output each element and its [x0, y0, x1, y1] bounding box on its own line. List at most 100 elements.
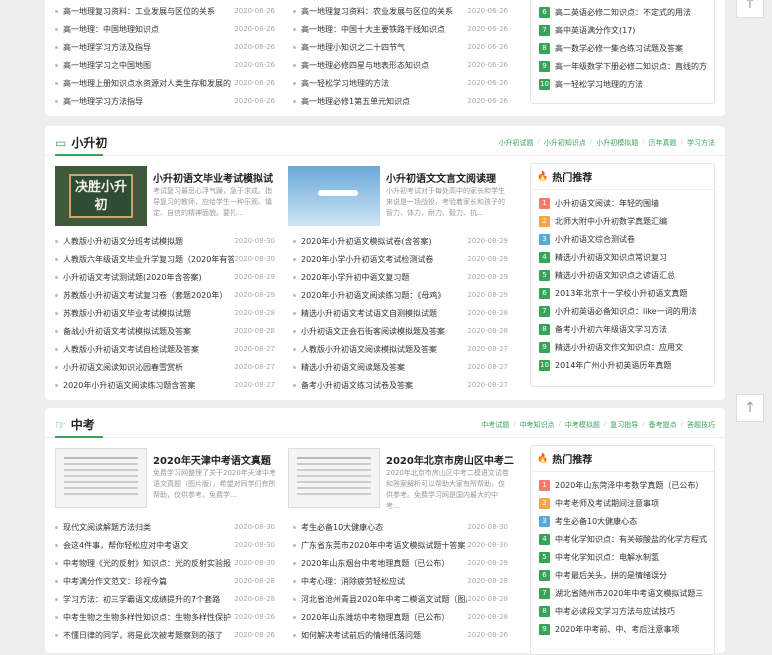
list-item[interactable]: 2020年小升初语文模拟试卷(含答案) 2020-08-29 [293, 232, 508, 250]
list-item-title[interactable]: 2020年小学小升初语文考试检测试卷 [293, 254, 433, 265]
list-item[interactable]: 河北省沧州青县2020年中考二模语文试题（图片 2020-08-28 [293, 590, 508, 608]
hot-item-title[interactable]: 考生必备10大健康心态 [555, 516, 637, 527]
hot-item[interactable]: 6 2013年北京十一学校小升初语文真题 [539, 284, 711, 302]
hot-item-title[interactable]: 小升初语文阅读：年轻的围墙 [555, 198, 659, 209]
list-item[interactable]: 备考小升初语文练习试卷及答案 2020-08-27 [293, 376, 508, 394]
list-item-title[interactable]: 高一地理学习方法指导 [55, 96, 143, 107]
hot-item[interactable]: 8 高一数学必修一集合练习试题及答案 [539, 39, 711, 57]
list-item[interactable]: 现代文阅读解题方法归类 2020-08-30 [55, 518, 275, 536]
list-item[interactable]: 高一轻松学习地理的方法 2020-06-26 [293, 74, 508, 92]
section-link[interactable]: 小升初知识点 [544, 138, 586, 148]
hot-item[interactable]: 7 高中英语满分作文(17) [539, 21, 711, 39]
hot-item-title[interactable]: 精选小升初语文知识点之谚语汇总 [555, 270, 675, 281]
list-item[interactable]: 高一地理学习方法及指导 2020-06-26 [55, 38, 275, 56]
list-item-title[interactable]: 如何解决考试前后的情绪低落问题 [293, 630, 421, 641]
list-item-title[interactable]: 不懂日律的同学，将是此次被考题察到的孩了 [55, 630, 223, 641]
list-item[interactable]: 2020年小升初语文阅读练习题含答案 2020-08-27 [55, 376, 275, 394]
list-item-title[interactable]: 2020年小升初语文模拟试卷(含答案) [293, 236, 432, 247]
hot-item-title[interactable]: 精选小升初语文作文知识点：应用文 [555, 342, 683, 353]
list-item[interactable]: 考生必备10大健康心态 2020-08-30 [293, 518, 508, 536]
list-item[interactable]: 高一地理复习资料：农业发展与区位的关系 2020-06-26 [293, 2, 508, 20]
list-item-title[interactable]: 高一地理：中国地理知识点 [55, 24, 159, 35]
hot-item[interactable]: 9 精选小升初语文作文知识点：应用文 [539, 338, 711, 356]
hot-item[interactable]: 9 高一年级数学下册必修二知识点：直线的方 [539, 57, 711, 75]
back-to-top-button[interactable]: ↑ [736, 394, 764, 422]
list-item[interactable]: 中考物理《光的反射》知识点：光的反射实验报 2020-08-30 [55, 554, 275, 572]
list-item-title[interactable]: 苏教版小升初语文毕业考试模拟试题 [55, 308, 191, 319]
hot-item[interactable]: 8 中考必读段文学习方法与应试技巧 [539, 602, 711, 620]
list-item-title[interactable]: 精选小升初语文阅读题及答案 [293, 362, 405, 373]
list-item-title[interactable]: 高一地理必修1第五单元知识点 [293, 96, 410, 107]
list-item-title[interactable]: 高一地理：中国十大主要铁路干线知识点 [293, 24, 445, 35]
hot-item[interactable]: 6 中考最后关头，拼的是情绪误分 [539, 566, 711, 584]
list-item[interactable]: 高一地理学习之中国地图 2020-06-26 [55, 56, 275, 74]
list-item-title[interactable]: 备战小升初语文考试模拟试题及答案 [55, 326, 191, 337]
hot-item[interactable]: 4 中考化学知识点：有关碳酸盐的化学方程式 [539, 530, 711, 548]
hot-item-title[interactable]: 中考最后关头，拼的是情绪误分 [555, 570, 667, 581]
zk-feature2-title[interactable]: 2020年北京市房山区中考二 [386, 452, 514, 467]
xsc-feature1-title[interactable]: 小升初语文毕业考试模拟试 [153, 170, 273, 185]
list-item[interactable]: 人教版六年级语文毕业升学复习题（2020年有答 2020-08-30 [55, 250, 275, 268]
list-item[interactable]: 高一地理必修四星与地表形态知识点 2020-06-26 [293, 56, 508, 74]
list-item-title[interactable]: 人教版六年级语文毕业升学复习题（2020年有答 [55, 254, 234, 265]
hot-item[interactable]: 9 2020年中考前、中、考后注意事项 [539, 620, 711, 638]
list-item[interactable]: 高一地理：中国地理知识点 2020-06-26 [55, 20, 275, 38]
list-item[interactable]: 不懂日律的同学，将是此次被考题察到的孩了 2020-08-26 [55, 626, 275, 644]
list-item-title[interactable]: 2020年山东烟台中考地理真题（已公布） [293, 558, 449, 569]
section-link[interactable]: 学习方法 [687, 138, 715, 148]
zk-feature2-image[interactable] [288, 448, 380, 508]
list-item-title[interactable]: 中考物理《光的反射》知识点：光的反射实验报 [55, 558, 231, 569]
hot-item[interactable]: 10 高一轻松学习地理的方法 [539, 75, 711, 93]
hot-item[interactable]: 5 中考化学知识点：电解水制氢 [539, 548, 711, 566]
list-item-title[interactable]: 小升初语文考试测试题(2020年含答案) [55, 272, 202, 283]
hot-item-title[interactable]: 中考老师及考试期间注意事项 [555, 498, 659, 509]
list-item-title[interactable]: 中考满分作文范文：珍视今篇 [55, 576, 167, 587]
hot-item[interactable]: 6 高二英语必修二知识点：不定式的用法 [539, 3, 711, 21]
list-item-title[interactable]: 备考小升初语文练习试卷及答案 [293, 380, 413, 391]
list-item[interactable]: 人教版小升初语文考试自检试题及答案 2020-08-27 [55, 340, 275, 358]
list-item[interactable]: 2020年山东烟台中考地理真题（已公布） 2020-08-29 [293, 554, 508, 572]
list-item-title[interactable]: 高一地理必修四星与地表形态知识点 [293, 60, 429, 71]
list-item[interactable]: 小升初语文考试测试题(2020年含答案) 2020-08-29 [55, 268, 275, 286]
section-link[interactable]: 小升初模拟题 [596, 138, 638, 148]
list-item[interactable]: 2020年山东潍坊中考物理真题（已公布） 2020-08-28 [293, 608, 508, 626]
hot-item[interactable]: 10 2014年广州小升初英语历年真题 [539, 356, 711, 374]
hot-item[interactable]: 7 湖北省随州市2020年中考语文模拟试题三 [539, 584, 711, 602]
section-link[interactable]: 中考模拟题 [565, 420, 600, 430]
section-link[interactable]: 中考试题 [481, 420, 509, 430]
list-item[interactable]: 如何解决考试前后的情绪低落问题 2020-08-26 [293, 626, 508, 644]
hot-item[interactable]: 2 中考老师及考试期间注意事项 [539, 494, 711, 512]
list-item-title[interactable]: 小升初语文正会石街客阅读模拟题及答案 [293, 326, 445, 337]
list-item-title[interactable]: 人教版小升初语文阅读模拟试题及答案 [293, 344, 437, 355]
list-item[interactable]: 高一地理上册知识点水资源对人类生存和发展的 2020-06-26 [55, 74, 275, 92]
hot-item-title[interactable]: 湖北省随州市2020年中考语文模拟试题三 [555, 588, 703, 599]
section-link[interactable]: 备考提点 [649, 420, 677, 430]
hot-item[interactable]: 2 北师大附中小升初数学真题汇编 [539, 212, 711, 230]
hot-item-title[interactable]: 中考化学知识点：电解水制氢 [555, 552, 659, 563]
list-item[interactable]: 广东省东莞市2020年中考语文模拟试题十答案 2020-08-30 [293, 536, 508, 554]
hot-item-title[interactable]: 高一数学必修一集合练习试题及答案 [555, 43, 683, 54]
list-item[interactable]: 小升初语文正会石街客阅读模拟题及答案 2020-08-28 [293, 322, 508, 340]
list-item[interactable]: 2020年小升初语文阅读练习题：《母鸡》 2020-08-29 [293, 286, 508, 304]
list-item[interactable]: 会这4件事，帮你轻松应对中考语文 2020-08-30 [55, 536, 275, 554]
list-item[interactable]: 高一地理：中国十大主要铁路干线知识点 2020-06-26 [293, 20, 508, 38]
list-item-title[interactable]: 苏教版小升初语文考试复习卷（套题2020年） [55, 290, 227, 301]
list-item-title[interactable]: 中考心理：消除疲劳轻松应试 [293, 576, 405, 587]
list-item-title[interactable]: 2020年小升初语文阅读练习题：《母鸡》 [293, 290, 445, 301]
hot-item-title[interactable]: 小升初语文综合测试卷 [555, 234, 635, 245]
list-item[interactable]: 高一地理复习资料：工业发展与区位的关系 2020-06-26 [55, 2, 275, 20]
list-item-title[interactable]: 精选小升初语文考试语文自测模拟试题 [293, 308, 437, 319]
zk-feature1-image[interactable] [55, 448, 147, 508]
list-item-title[interactable]: 高一地理上册知识点水资源对人类生存和发展的 [55, 78, 231, 89]
hot-item-title[interactable]: 高中英语满分作文(17) [555, 25, 635, 36]
list-item-title[interactable]: 会这4件事，帮你轻松应对中考语文 [55, 540, 188, 551]
hot-item[interactable]: 5 精选小升初语文知识点之谚语汇总 [539, 266, 711, 284]
hot-item-title[interactable]: 小升初英语必备知识点：like一词的用法 [555, 306, 697, 317]
list-item-title[interactable]: 高一地理小知识之二十四节气 [293, 42, 405, 53]
list-item[interactable]: 人教版小升初语文分班考试模拟题 2020-08-30 [55, 232, 275, 250]
xsc-feature2-title[interactable]: 小升初语文文言文阅读理 [386, 170, 496, 185]
hot-item-title[interactable]: 2020年山东菏泽中考数学真题（已公布） [555, 480, 703, 491]
list-item-title[interactable]: 高一地理复习资料：工业发展与区位的关系 [55, 6, 215, 17]
list-item-title[interactable]: 高一地理学习方法及指导 [55, 42, 151, 53]
list-item[interactable]: 高一地理学习方法指导 2020-06-26 [55, 92, 275, 110]
